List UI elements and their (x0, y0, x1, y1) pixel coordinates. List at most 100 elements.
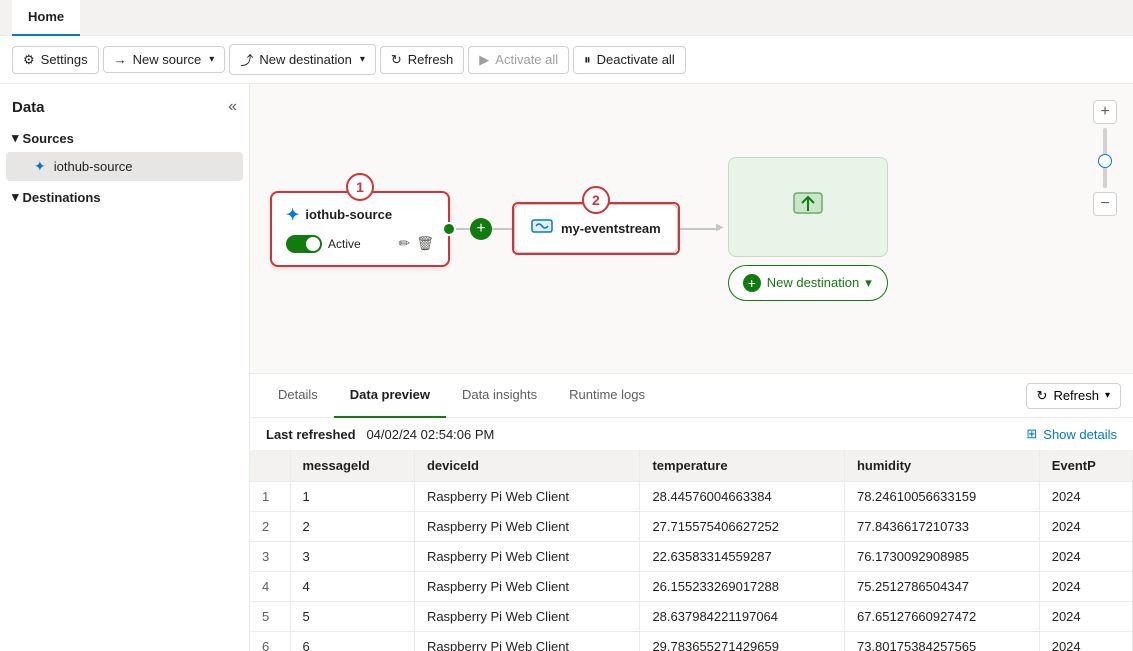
sources-label: Sources (23, 131, 74, 146)
cell-event: 2024 (1039, 632, 1132, 651)
settings-button[interactable]: ⚙ Settings (12, 46, 99, 74)
new-destination-button[interactable]: ⤴ New destination ▾ (229, 44, 376, 75)
new-source-button[interactable]: → New source ▾ (103, 46, 226, 73)
toggle-label: Active (328, 237, 361, 251)
show-details-label: Show details (1043, 427, 1117, 442)
cell-messageid: 2 (290, 512, 414, 542)
sidebar-collapse-button[interactable]: « (228, 98, 237, 116)
new-destination-canvas-button[interactable]: + New destination ▾ (728, 265, 888, 301)
cell-humidity: 77.8436617210733 (844, 512, 1039, 542)
cell-event: 2024 (1039, 542, 1132, 572)
panel-refresh-label: Refresh (1053, 388, 1099, 403)
cell-temperature: 26.155233269017288 (640, 572, 845, 602)
cell-messageid: 3 (290, 542, 414, 572)
eventstream-name: my-eventstream (561, 221, 661, 236)
row-num: 3 (250, 542, 290, 572)
cell-humidity: 76.1730092908985 (844, 542, 1039, 572)
source-item-label: iothub-source (54, 159, 133, 174)
edit-source-button[interactable]: ✏ (398, 235, 410, 252)
toggle-thumb (306, 237, 320, 251)
source-node-footer: Active ✏ 🗑 (286, 235, 434, 253)
toolbar: ⚙ Settings → New source ▾ ⤴ New destinat… (0, 36, 1133, 84)
eventstream-node-wrapper: 2 my-eventstream (512, 202, 680, 255)
destinations-section-header[interactable]: ▾ Destinations (0, 185, 249, 209)
eventstream-icon (531, 215, 553, 242)
chevron-down-sources-icon: ▾ (12, 130, 19, 146)
cell-deviceid: Raspberry Pi Web Client (414, 632, 640, 651)
cell-humidity: 78.24610056633159 (844, 482, 1039, 512)
tab-data-preview[interactable]: Data preview (334, 374, 446, 418)
zoom-slider[interactable] (1103, 128, 1107, 188)
zoom-controls: + − (1093, 100, 1117, 216)
table-row: 4 4 Raspberry Pi Web Client 26.155233269… (250, 572, 1133, 602)
row-num: 6 (250, 632, 290, 651)
tab-details[interactable]: Details (262, 374, 334, 418)
new-destination-icon: ⤴ (240, 50, 253, 69)
col-deviceid: deviceId (414, 450, 640, 482)
last-refreshed-value: 04/02/24 02:54:06 PM (366, 427, 494, 442)
activate-icon: ▶ (479, 52, 489, 68)
cell-messageid: 1 (290, 482, 414, 512)
new-dest-plus-icon: + (743, 274, 761, 292)
panel-refresh-button[interactable]: ↻ Refresh ▾ (1026, 383, 1121, 409)
refresh-button[interactable]: ↻ Refresh (380, 46, 464, 74)
row-num: 2 (250, 512, 290, 542)
zoom-out-button[interactable]: − (1093, 192, 1117, 216)
main-layout: Data « ▾ Sources ✦ iothub-source ▾ Desti… (0, 84, 1133, 651)
tab-home[interactable]: Home (12, 0, 80, 36)
delete-source-button[interactable]: 🗑 (416, 235, 434, 252)
cell-temperature: 28.637984221197064 (640, 602, 845, 632)
new-dest-chevron-icon: ▾ (865, 275, 872, 291)
cell-deviceid: Raspberry Pi Web Client (414, 542, 640, 572)
source-item-icon: ✦ (34, 158, 46, 175)
tab-data-insights[interactable]: Data insights (446, 374, 553, 418)
cell-messageid: 6 (290, 632, 414, 651)
sidebar-item-iothub[interactable]: ✦ iothub-source (6, 152, 243, 181)
data-area: Last refreshed 04/02/24 02:54:06 PM ⊞ Sh… (250, 418, 1133, 651)
source-node-title: ✦ iothub-source (286, 205, 434, 225)
flow-nodes: 1 ✦ iothub-source Active (250, 84, 1133, 373)
destination-placeholder-icon (790, 185, 826, 228)
table-row: 3 3 Raspberry Pi Web Client 22.635833145… (250, 542, 1133, 572)
sidebar-header: Data « (0, 92, 249, 122)
chevron-down-icon: ▾ (209, 54, 214, 65)
new-source-icon: → (114, 52, 127, 67)
arrow-connector-1: + (450, 218, 512, 240)
step2-box: 2 my-eventstream (512, 202, 680, 255)
source-node[interactable]: ✦ iothub-source Active ✏ (270, 191, 450, 267)
last-refreshed-bar: Last refreshed 04/02/24 02:54:06 PM ⊞ Sh… (250, 418, 1133, 450)
sidebar: Data « ▾ Sources ✦ iothub-source ▾ Desti… (0, 84, 250, 651)
cell-deviceid: Raspberry Pi Web Client (414, 572, 640, 602)
zoom-thumb (1098, 154, 1112, 168)
sources-section-header[interactable]: ▾ Sources (0, 126, 249, 150)
col-temperature: temperature (640, 450, 845, 482)
tab-runtime-logs[interactable]: Runtime logs (553, 374, 661, 418)
cell-messageid: 4 (290, 572, 414, 602)
row-num: 5 (250, 602, 290, 632)
canvas-area: 1 ✦ iothub-source Active (250, 84, 1133, 651)
zoom-in-button[interactable]: + (1093, 100, 1117, 124)
deactivate-all-button[interactable]: ⏸ Deactivate all (573, 46, 686, 74)
table-row: 6 6 Raspberry Pi Web Client 29.783655271… (250, 632, 1133, 651)
refresh-icon: ↻ (391, 52, 402, 68)
col-eventp: EventP (1039, 450, 1132, 482)
show-details-button[interactable]: ⊞ Show details (1026, 426, 1117, 442)
activate-all-button[interactable]: ▶ Activate all (468, 46, 569, 74)
col-num (250, 450, 290, 482)
node-actions: ✏ 🗑 (398, 235, 434, 252)
panel-refresh-chevron-icon: ▾ (1105, 390, 1110, 401)
step2-badge: 2 (582, 186, 610, 214)
source-node-name: iothub-source (305, 207, 392, 222)
chevron-down-icon-dest: ▾ (360, 54, 365, 65)
add-connection-button[interactable]: + (470, 218, 492, 240)
row-num: 4 (250, 572, 290, 602)
row-num: 1 (250, 482, 290, 512)
panel-refresh-icon: ↻ (1037, 388, 1048, 404)
cell-temperature: 27.715575406627252 (640, 512, 845, 542)
source-toggle[interactable]: Active (286, 235, 361, 253)
chevron-right-destinations-icon: ▾ (12, 189, 19, 205)
cell-deviceid: Raspberry Pi Web Client (414, 512, 640, 542)
cell-deviceid: Raspberry Pi Web Client (414, 482, 640, 512)
tab-bar: Home (0, 0, 1133, 36)
step1-badge: 1 (346, 173, 374, 201)
